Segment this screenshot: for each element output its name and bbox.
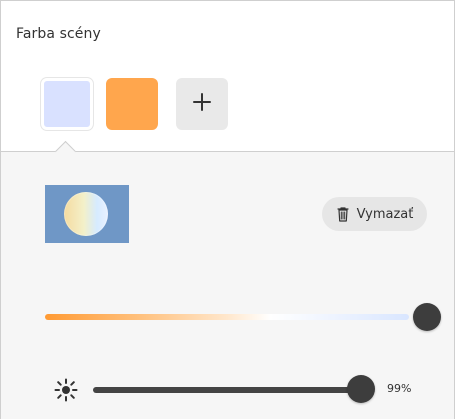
- plus-icon: [192, 92, 212, 116]
- brightness-value: 99%: [387, 382, 412, 395]
- scene-thumbnail: [45, 185, 129, 243]
- scene-color-header: Farba scény: [1, 1, 454, 152]
- trash-icon: [336, 206, 350, 222]
- scene-thumbnail-light: [64, 192, 108, 236]
- color-temperature-track[interactable]: [45, 314, 409, 320]
- scene-color-panel: Farba scény Vymazať 99%: [0, 0, 455, 419]
- add-color-button[interactable]: [176, 78, 228, 130]
- brightness-track[interactable]: [93, 387, 367, 393]
- sun-icon: [54, 378, 78, 402]
- brightness-control: 99%: [54, 373, 434, 407]
- delete-scene-button[interactable]: Vymazať: [322, 197, 427, 231]
- swatch-light-blue[interactable]: [41, 78, 93, 130]
- panel-title: Farba scény: [16, 26, 101, 42]
- brightness-thumb[interactable]: [347, 375, 375, 403]
- color-temperature-slider[interactable]: [45, 303, 441, 331]
- swatch-orange[interactable]: [106, 78, 158, 130]
- delete-scene-label: Vymazať: [356, 206, 414, 222]
- color-temperature-thumb[interactable]: [413, 303, 441, 331]
